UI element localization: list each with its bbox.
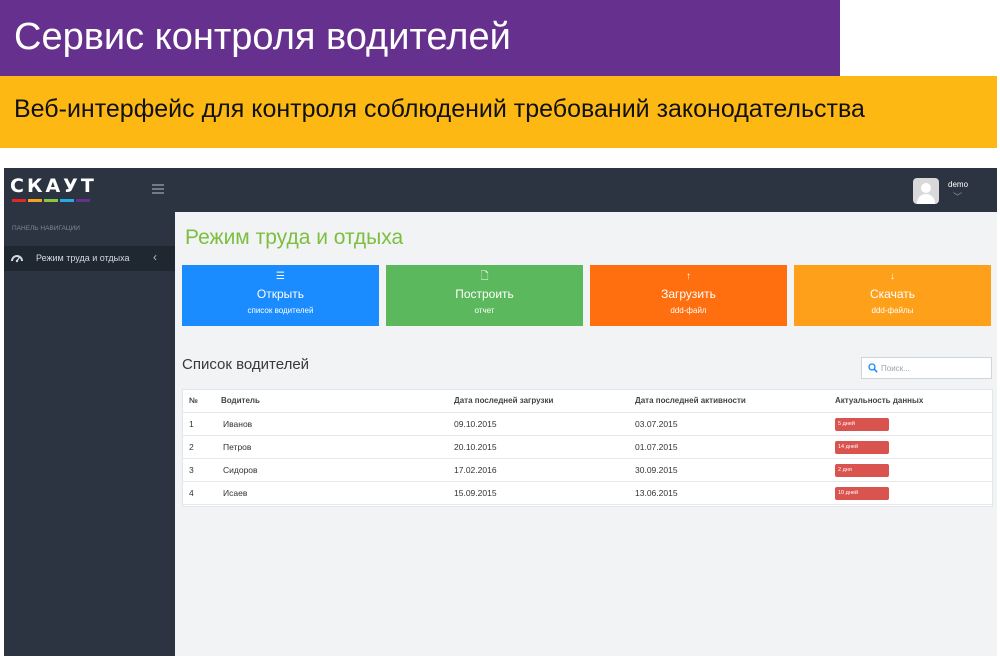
logo-stripe (28, 199, 42, 202)
freshness-badge: 14 дней (835, 441, 889, 454)
column-header[interactable]: № (189, 396, 198, 405)
tile-subtitle: ddd-файл (670, 306, 707, 315)
tile-subtitle: ddd-файлы (871, 306, 914, 315)
tile-title: Загрузить (661, 287, 716, 301)
last-activity-date: 03.07.2015 (635, 419, 678, 429)
slide-title: Сервис контроля водителей (14, 16, 511, 58)
column-header[interactable]: Дата последней активности (635, 396, 746, 405)
last-upload-date: 09.10.2015 (454, 419, 497, 429)
search-icon (868, 363, 878, 373)
sidebar-item-label: Режим труда и отдыха (36, 253, 130, 263)
download-icon: ↓ (890, 271, 895, 282)
row-number: 4 (189, 488, 194, 498)
logo-stripe (44, 199, 58, 202)
list-icon: ☰ (276, 271, 285, 282)
table-row[interactable]: 1 Иванов 09.10.2015 03.07.2015 5 дней (183, 413, 992, 436)
row-number: 2 (189, 442, 194, 452)
chevron-left-icon: ‹ (153, 250, 157, 264)
column-header[interactable]: Водитель (221, 396, 260, 405)
build-report-button[interactable]: 🗋 Построить отчет (386, 265, 583, 326)
chevron-down-icon[interactable]: ﹀ (953, 190, 962, 203)
last-activity-date: 01.07.2015 (635, 442, 678, 452)
driver-name[interactable]: Сидоров (223, 465, 258, 475)
menu-toggle-icon[interactable] (152, 184, 164, 194)
user-name[interactable]: demo (948, 180, 968, 189)
download-ddd-button[interactable]: ↓ Скачать ddd-файлы (794, 265, 991, 326)
driver-name[interactable]: Исаев (223, 488, 247, 498)
logo-stripe (76, 199, 90, 202)
row-number: 3 (189, 465, 194, 475)
document-icon: 🗋 (480, 271, 489, 282)
tile-title: Построить (455, 287, 514, 301)
logo-stripe (12, 199, 26, 202)
nav-caption: Панель навигации (12, 225, 80, 232)
freshness-badge: 5 дней (835, 418, 889, 431)
row-number: 1 (189, 419, 194, 429)
search-box[interactable] (861, 357, 992, 379)
table-header: № Водитель Дата последней загрузки Дата … (183, 390, 992, 413)
table-row[interactable]: 3 Сидоров 17.02.2016 30.09.2015 2 дня (183, 459, 992, 482)
freshness-badge: 2 дня (835, 464, 889, 477)
slide-title-band: Сервис контроля водителей (0, 0, 840, 76)
column-header[interactable]: Дата последней загрузки (454, 396, 553, 405)
search-input[interactable] (881, 360, 987, 376)
upload-icon: ↑ (686, 271, 691, 282)
logo-text: СКАУТ (10, 175, 97, 197)
tile-title: Скачать (870, 287, 915, 301)
sidebar-item-work-rest[interactable]: Режим труда и отдыха ‹ (4, 246, 175, 271)
gauge-icon (11, 255, 23, 263)
tile-subtitle: список водителей (247, 306, 314, 315)
table-row[interactable]: 4 Исаев 15.09.2015 13.06.2015 10 дней (183, 482, 992, 505)
sidebar: Панель навигации Режим труда и отдыха ‹ (4, 212, 175, 656)
table-row[interactable]: 2 Петров 20.10.2015 01.07.2015 14 дней (183, 436, 992, 459)
logo-stripe (60, 199, 74, 202)
slide-subtitle: Веб-интерфейс для контроля соблюдений тр… (14, 95, 865, 123)
driver-name[interactable]: Петров (223, 442, 251, 452)
top-bar: СКАУТ demo ﹀ (4, 168, 997, 212)
last-upload-date: 20.10.2015 (454, 442, 497, 452)
last-upload-date: 17.02.2016 (454, 465, 497, 475)
tile-title: Открыть (256, 287, 305, 301)
logo[interactable]: СКАУТ (10, 176, 132, 206)
driver-list-title: Список водителей (182, 356, 310, 373)
main-content: Режим труда и отдыха ☰ Открыть список во… (175, 212, 997, 656)
avatar[interactable] (913, 178, 939, 204)
drivers-table: № Водитель Дата последней загрузки Дата … (182, 389, 993, 507)
column-header[interactable]: Актуальность данных (835, 396, 923, 405)
freshness-badge: 10 дней (835, 487, 889, 500)
last-upload-date: 15.09.2015 (454, 488, 497, 498)
open-driver-list-button[interactable]: ☰ Открыть список водителей (182, 265, 379, 326)
last-activity-date: 30.09.2015 (635, 465, 678, 475)
logo-stripes (12, 199, 90, 202)
page-title: Режим труда и отдыха (185, 226, 404, 249)
driver-name[interactable]: Иванов (223, 419, 252, 429)
tile-subtitle: отчет (474, 306, 495, 315)
app-screenshot: СКАУТ demo ﹀ Панель навигации Р (4, 168, 997, 656)
slide-subtitle-band: Веб-интерфейс для контроля соблюдений тр… (0, 76, 997, 148)
last-activity-date: 13.06.2015 (635, 488, 678, 498)
upload-ddd-button[interactable]: ↑ Загрузить ddd-файл (590, 265, 787, 326)
